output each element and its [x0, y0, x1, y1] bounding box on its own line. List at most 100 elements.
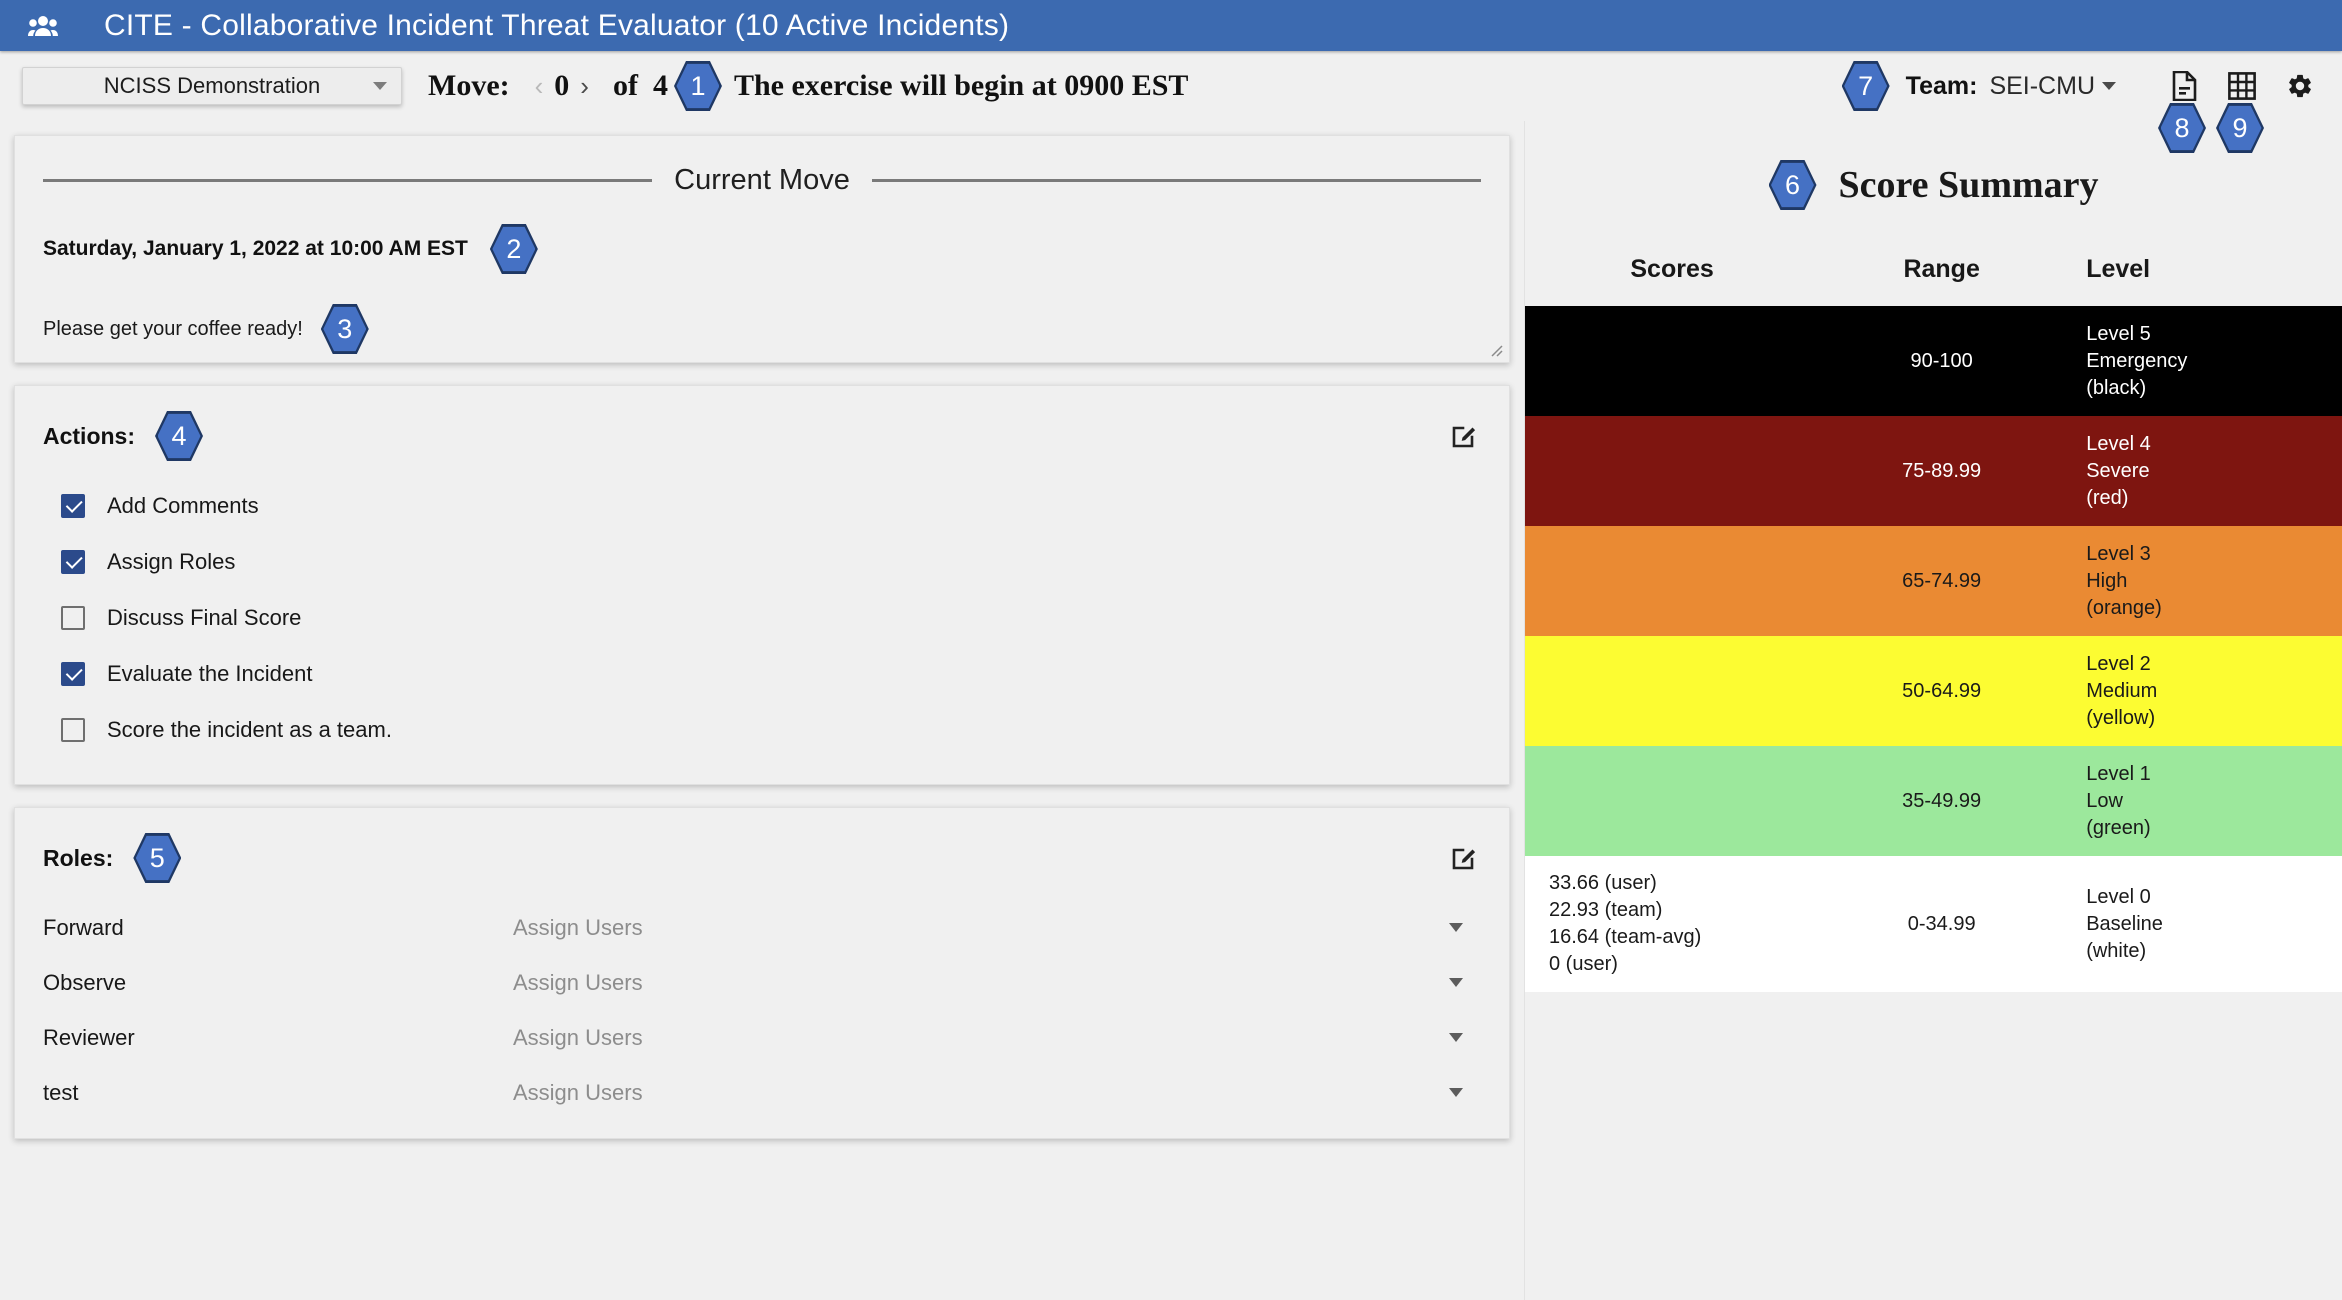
action-checkbox[interactable]: [61, 606, 85, 630]
current-move-legend: Current Move: [43, 164, 1481, 197]
table-row: 33.66 (user)22.93 (team)16.64 (team-avg)…: [1525, 856, 2342, 992]
current-move-legend-text: Current Move: [652, 164, 872, 197]
action-checkbox[interactable]: [61, 550, 85, 574]
table-row: 35-49.99 Level 1Low(green): [1525, 746, 2342, 856]
role-assign-placeholder[interactable]: Assign Users: [513, 1025, 643, 1051]
callout-badge-1: 1: [674, 60, 722, 112]
move-note-text: The exercise will begin at 0900 EST: [734, 69, 1188, 103]
role-row[interactable]: Reviewer Assign Users: [43, 1010, 1481, 1065]
cell-level: Level 0Baseline(white): [2064, 856, 2342, 992]
role-assign-placeholder[interactable]: Assign Users: [513, 970, 643, 996]
score-summary-table: Scores Range Level 90-100 Level 5Emergen…: [1525, 249, 2342, 992]
action-item[interactable]: Discuss Final Score: [43, 590, 1481, 646]
main-body: Current Move Saturday, January 1, 2022 a…: [0, 121, 2342, 1300]
action-item[interactable]: Add Comments: [43, 478, 1481, 534]
actions-header: Actions: 4: [43, 410, 1481, 462]
gear-icon[interactable]: [2280, 66, 2320, 106]
current-move-message-row: Please get your coffee ready! 3: [43, 303, 1481, 355]
callout-badge-7-number: 7: [1844, 63, 1887, 110]
cell-scores: [1525, 306, 1819, 416]
action-item[interactable]: Assign Roles: [43, 534, 1481, 590]
score-summary-panel: 6 Score Summary Scores Range Level 90-10…: [1525, 121, 2342, 1300]
actions-card: Actions: 4 Add Comments: [14, 385, 1510, 785]
callout-badge-5-number: 5: [136, 835, 179, 882]
move-of-label: of: [598, 69, 653, 103]
role-name: test: [43, 1080, 513, 1106]
chevron-down-icon[interactable]: [1449, 978, 1463, 987]
action-label: Add Comments: [107, 493, 259, 519]
app-title: CITE - Collaborative Incident Threat Eva…: [104, 9, 1009, 43]
role-row[interactable]: Observe Assign Users: [43, 955, 1481, 1010]
callout-badge-6: 6: [1769, 159, 1817, 211]
role-assign-placeholder[interactable]: Assign Users: [513, 915, 643, 941]
table-row: 50-64.99 Level 2Medium(yellow): [1525, 636, 2342, 746]
move-label: Move:: [428, 69, 510, 103]
current-move-card[interactable]: Current Move Saturday, January 1, 2022 a…: [14, 135, 1510, 363]
action-item[interactable]: Evaluate the Incident: [43, 646, 1481, 702]
action-checkbox[interactable]: [61, 662, 85, 686]
legend-rule-right: [872, 179, 1481, 182]
grid-table-icon[interactable]: [2222, 66, 2262, 106]
callout-badge-8-number: 8: [2161, 105, 2204, 152]
table-row: 90-100 Level 5Emergency(black): [1525, 306, 2342, 416]
cell-scores: [1525, 416, 1819, 526]
legend-rule-left: [43, 179, 652, 182]
team-label: Team:: [1906, 72, 1978, 101]
roles-list: Forward Assign Users Observe Assign User…: [43, 900, 1481, 1120]
callout-badge-5: 5: [133, 832, 181, 884]
role-row[interactable]: Forward Assign Users: [43, 900, 1481, 955]
action-checkbox[interactable]: [61, 494, 85, 518]
exercise-select[interactable]: NCISS Demonstration: [22, 67, 402, 105]
callout-badge-4-number: 4: [158, 413, 201, 460]
left-column: Current Move Saturday, January 1, 2022 a…: [0, 121, 1525, 1300]
role-row[interactable]: test Assign Users: [43, 1065, 1481, 1120]
document-icon[interactable]: [2164, 66, 2204, 106]
score-table-header-row: Scores Range Level: [1525, 249, 2342, 306]
cell-level: Level 5Emergency(black): [2064, 306, 2342, 416]
table-row: 75-89.99 Level 4Severe(red): [1525, 416, 2342, 526]
current-move-message: Please get your coffee ready!: [43, 318, 303, 341]
action-checkbox[interactable]: [61, 718, 85, 742]
cell-level: Level 4Severe(red): [2064, 416, 2342, 526]
chevron-down-icon[interactable]: [2102, 82, 2116, 90]
action-label: Assign Roles: [107, 549, 235, 575]
callout-badge-2: 2: [490, 223, 538, 275]
cell-level: Level 2Medium(yellow): [2064, 636, 2342, 746]
roles-header: Roles: 5: [43, 832, 1481, 884]
move-next-button[interactable]: ›: [571, 71, 598, 102]
cell-range: 50-64.99: [1819, 636, 2064, 746]
cell-scores: 33.66 (user)22.93 (team)16.64 (team-avg)…: [1525, 856, 1819, 992]
cell-range: 0-34.99: [1819, 856, 2064, 992]
cell-range: 65-74.99: [1819, 526, 2064, 636]
cell-scores: [1525, 526, 1819, 636]
cell-range: 75-89.99: [1819, 416, 2064, 526]
chevron-down-icon: [373, 82, 387, 90]
role-name: Forward: [43, 915, 513, 941]
move-prev-button[interactable]: ‹: [526, 71, 553, 102]
resize-grip-icon[interactable]: [1489, 343, 1505, 359]
action-label: Score the incident as a team.: [107, 717, 392, 743]
callout-badge-9-number: 9: [2219, 105, 2262, 152]
column-header-scores: Scores: [1525, 249, 1819, 306]
cell-level: Level 3High(orange): [2064, 526, 2342, 636]
edit-pencil-square-icon[interactable]: [1447, 841, 1481, 875]
edit-pencil-square-icon[interactable]: [1447, 419, 1481, 453]
people-group-icon: [20, 8, 66, 44]
cell-scores: [1525, 746, 1819, 856]
action-label: Discuss Final Score: [107, 605, 301, 631]
team-select-value[interactable]: SEI-CMU: [1989, 72, 2095, 101]
current-move-date: Saturday, January 1, 2022 at 10:00 AM ES…: [43, 237, 468, 261]
cell-range: 90-100: [1819, 306, 2064, 416]
action-item[interactable]: Score the incident as a team.: [43, 702, 1481, 758]
move-total-value: 4: [653, 69, 674, 103]
app-header-bar: CITE - Collaborative Incident Threat Eva…: [0, 0, 2342, 51]
chevron-down-icon[interactable]: [1449, 923, 1463, 932]
toolbar-right-group: 7 Team: SEI-CMU: [1842, 60, 2342, 112]
action-label: Evaluate the Incident: [107, 661, 312, 687]
role-assign-placeholder[interactable]: Assign Users: [513, 1080, 643, 1106]
chevron-down-icon[interactable]: [1449, 1033, 1463, 1042]
callout-badge-4: 4: [155, 410, 203, 462]
column-header-range: Range: [1819, 249, 2064, 306]
chevron-down-icon[interactable]: [1449, 1088, 1463, 1097]
cell-range: 35-49.99: [1819, 746, 2064, 856]
